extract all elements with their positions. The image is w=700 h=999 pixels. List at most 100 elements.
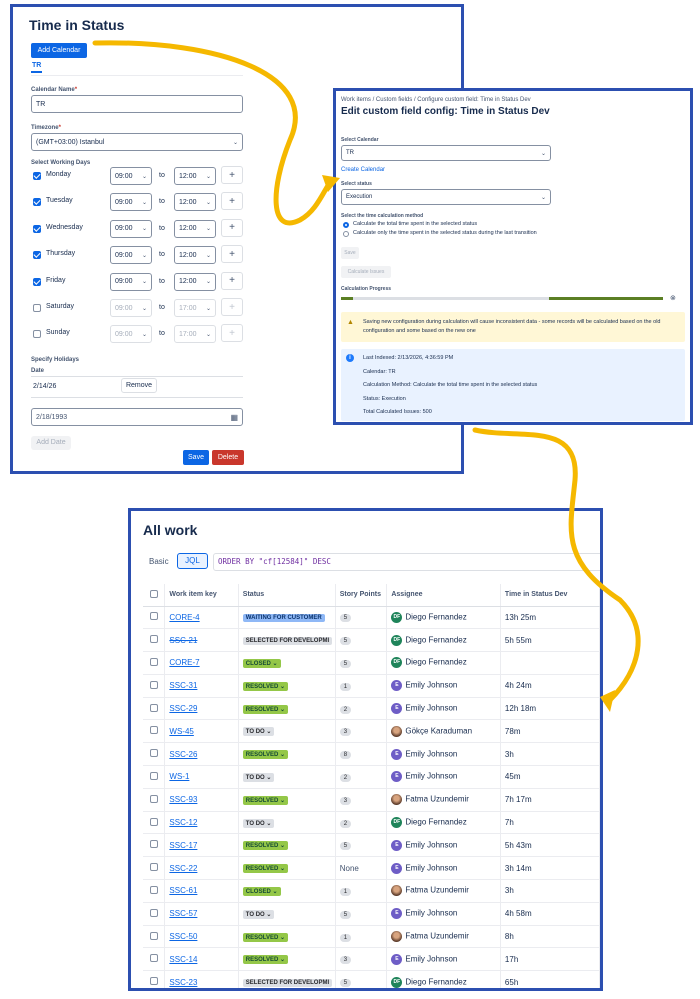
assignee-name[interactable]: Emily Johnson — [405, 772, 457, 781]
timezone-select[interactable]: (GMT+03:00) Istanbul ⌄ — [31, 133, 243, 151]
status-lozenge[interactable]: TO DO ⌄ — [242, 772, 275, 782]
status-lozenge[interactable]: CLOSED ⌄ — [242, 658, 281, 668]
table-row[interactable]: SSC-12 TO DO ⌄ 2 DF Diego Fernandez 7h — [143, 811, 600, 835]
basic-toggle[interactable]: Basic — [149, 557, 169, 566]
story-points-badge[interactable]: 3 — [339, 728, 352, 737]
add-time-range-icon[interactable]: + — [221, 218, 243, 237]
assignee-name[interactable]: Gökçe Karaduman — [405, 726, 472, 735]
add-time-range-icon[interactable]: + — [221, 245, 243, 264]
table-row[interactable]: CORE-4 WAITING FOR CUSTOMER 5 DF Diego Ferna… — [143, 606, 600, 630]
col-status[interactable]: Status — [238, 584, 336, 607]
start-time-select[interactable]: 09:00 ⌄ — [110, 167, 152, 185]
table-row[interactable]: SSC-50 RESOLVED ⌄ 1 Fatma Uzundemir 8h — [143, 925, 600, 949]
delete-button[interactable]: Delete — [212, 450, 244, 465]
table-row[interactable]: SSC-17 RESOLVED ⌄ 5 E Emily Johnson 5h 43m — [143, 833, 600, 858]
add-time-range-icon[interactable]: + — [221, 166, 243, 184]
tab-tr[interactable]: TR — [31, 62, 43, 73]
table-row[interactable]: SSC-61 CLOSED ⌄ 1 Fatma Uzundemir 3h — [143, 879, 600, 903]
status-lozenge[interactable]: SELECTED FOR DEVELOPMI — [242, 979, 333, 988]
col-work-item-key[interactable]: Work item key — [164, 584, 239, 607]
row-checkbox[interactable] — [150, 863, 158, 872]
status-lozenge[interactable]: RESOLVED ⌄ — [242, 704, 289, 714]
add-time-range-icon[interactable]: + — [221, 192, 243, 211]
row-checkbox[interactable] — [150, 840, 158, 849]
day-checkbox[interactable] — [33, 198, 41, 207]
end-time-select[interactable]: 12:00 ⌄ — [174, 246, 216, 265]
work-item-key-link[interactable]: SSC-12 — [169, 818, 197, 827]
assignee-name[interactable]: Emily Johnson — [405, 704, 457, 713]
start-time-select[interactable]: 09:00 ⌄ — [110, 219, 152, 238]
calendar-icon[interactable]: ▦ — [230, 413, 238, 422]
work-item-key-link[interactable]: SSC-61 — [169, 886, 197, 895]
day-checkbox[interactable] — [33, 224, 41, 233]
work-item-key-link[interactable]: WS-45 — [169, 727, 193, 736]
row-checkbox[interactable] — [150, 908, 158, 917]
day-checkbox[interactable] — [33, 251, 41, 260]
col-assignee[interactable]: Assignee — [386, 584, 501, 607]
assignee-name[interactable]: Fatma Uzundemir — [405, 886, 469, 895]
breadcrumb-item-custom-fields[interactable]: Custom fields — [376, 97, 412, 103]
status-lozenge[interactable]: CLOSED ⌄ — [242, 886, 281, 896]
day-checkbox[interactable] — [33, 172, 41, 180]
story-points-badge[interactable]: 2 — [339, 705, 352, 714]
assignee-name[interactable]: Emily Johnson — [405, 863, 457, 872]
table-row[interactable]: WS-1 TO DO ⌄ 2 E Emily Johnson 45m — [143, 765, 600, 789]
end-time-select[interactable]: 17:00 ⌄ — [174, 299, 216, 317]
work-item-key-link[interactable]: SSC-93 — [169, 795, 197, 804]
calendar-select[interactable]: TR ⌄ — [341, 145, 551, 161]
story-points-badge[interactable]: 5 — [339, 979, 352, 988]
work-item-key-link[interactable]: WS-1 — [169, 772, 189, 781]
work-item-key-link[interactable]: SSC-31 — [169, 681, 197, 690]
table-row[interactable]: SSC-22 RESOLVED ⌄ None E Emily Johnson 3h 14m — [143, 856, 600, 881]
work-item-key-link[interactable]: SSC-50 — [169, 932, 197, 941]
work-item-key-link[interactable]: CORE-7 — [169, 658, 199, 667]
status-lozenge[interactable]: TO DO ⌄ — [242, 909, 275, 919]
radio-button[interactable] — [343, 231, 349, 237]
status-lozenge[interactable]: RESOLVED ⌄ — [242, 841, 289, 851]
end-time-select[interactable]: 17:00 ⌄ — [174, 325, 216, 344]
table-row[interactable]: SSC-29 RESOLVED ⌄ 2 E Emily Johnson 12h 18m — [143, 697, 600, 721]
row-checkbox[interactable] — [150, 817, 158, 826]
table-row[interactable]: SSC-26 RESOLVED ⌄ 8 E Emily Johnson 3h — [143, 742, 600, 767]
jql-toggle[interactable]: JQL — [177, 553, 208, 569]
story-points-badge[interactable]: 8 — [339, 751, 352, 760]
row-checkbox[interactable] — [150, 931, 158, 940]
work-item-key-link[interactable]: SSC-17 — [169, 841, 197, 850]
remove-holiday-button[interactable]: Remove — [121, 378, 157, 393]
end-time-select[interactable]: 12:00 ⌄ — [174, 219, 216, 238]
row-checkbox[interactable] — [150, 954, 158, 963]
work-item-key-link[interactable]: SSC-29 — [169, 704, 197, 713]
story-points-badge[interactable]: 5 — [339, 614, 352, 623]
row-checkbox[interactable] — [150, 635, 158, 644]
add-date-button[interactable]: Add Date — [31, 436, 71, 450]
assignee-name[interactable]: Emily Johnson — [405, 954, 457, 963]
table-row[interactable]: SSC-14 RESOLVED ⌄ 3 E Emily Johnson 17h — [143, 947, 600, 972]
table-row[interactable]: SSC-93 RESOLVED ⌄ 3 Fatma Uzundemir 7h 17m — [143, 788, 600, 812]
save-button[interactable]: Save — [341, 247, 359, 259]
save-button[interactable]: Save — [183, 450, 209, 465]
work-item-key-link[interactable]: SSC-26 — [169, 750, 197, 759]
status-lozenge[interactable]: TO DO ⌄ — [242, 818, 275, 828]
holiday-date-input[interactable]: 2/18/1993 ▦ — [31, 408, 243, 426]
row-checkbox[interactable] — [150, 680, 158, 689]
start-time-select[interactable]: 09:00 ⌄ — [110, 193, 152, 212]
status-lozenge[interactable]: WAITING FOR CUSTOMER — [242, 614, 325, 623]
add-calendar-button[interactable]: Add Calendar — [31, 43, 87, 58]
start-time-select[interactable]: 09:00 ⌄ — [110, 246, 152, 265]
assignee-name[interactable]: Diego Fernandez — [405, 977, 466, 986]
end-time-select[interactable]: 12:00 ⌄ — [174, 167, 216, 185]
story-points-badge[interactable]: 1 — [339, 682, 352, 691]
start-time-select[interactable]: 09:00 ⌄ — [110, 299, 152, 317]
assignee-name[interactable]: Emily Johnson — [405, 840, 457, 849]
assignee-name[interactable]: Diego Fernandez — [405, 613, 466, 622]
row-checkbox[interactable] — [150, 726, 158, 735]
work-item-key-link[interactable]: SSC-14 — [169, 955, 197, 964]
table-row[interactable]: SSC-21 SELECTED FOR DEVELOPMI 5 DF Diego Fer… — [143, 628, 600, 653]
assignee-name[interactable]: Fatma Uzundemir — [405, 932, 469, 941]
work-item-key-link[interactable]: SSC-21 — [169, 636, 197, 645]
status-lozenge[interactable]: RESOLVED ⌄ — [242, 795, 289, 805]
col-story-points[interactable]: Story Points — [335, 584, 388, 607]
day-checkbox[interactable] — [33, 330, 41, 339]
add-time-range-icon[interactable]: + — [221, 324, 243, 343]
status-lozenge[interactable]: TO DO ⌄ — [242, 727, 275, 737]
